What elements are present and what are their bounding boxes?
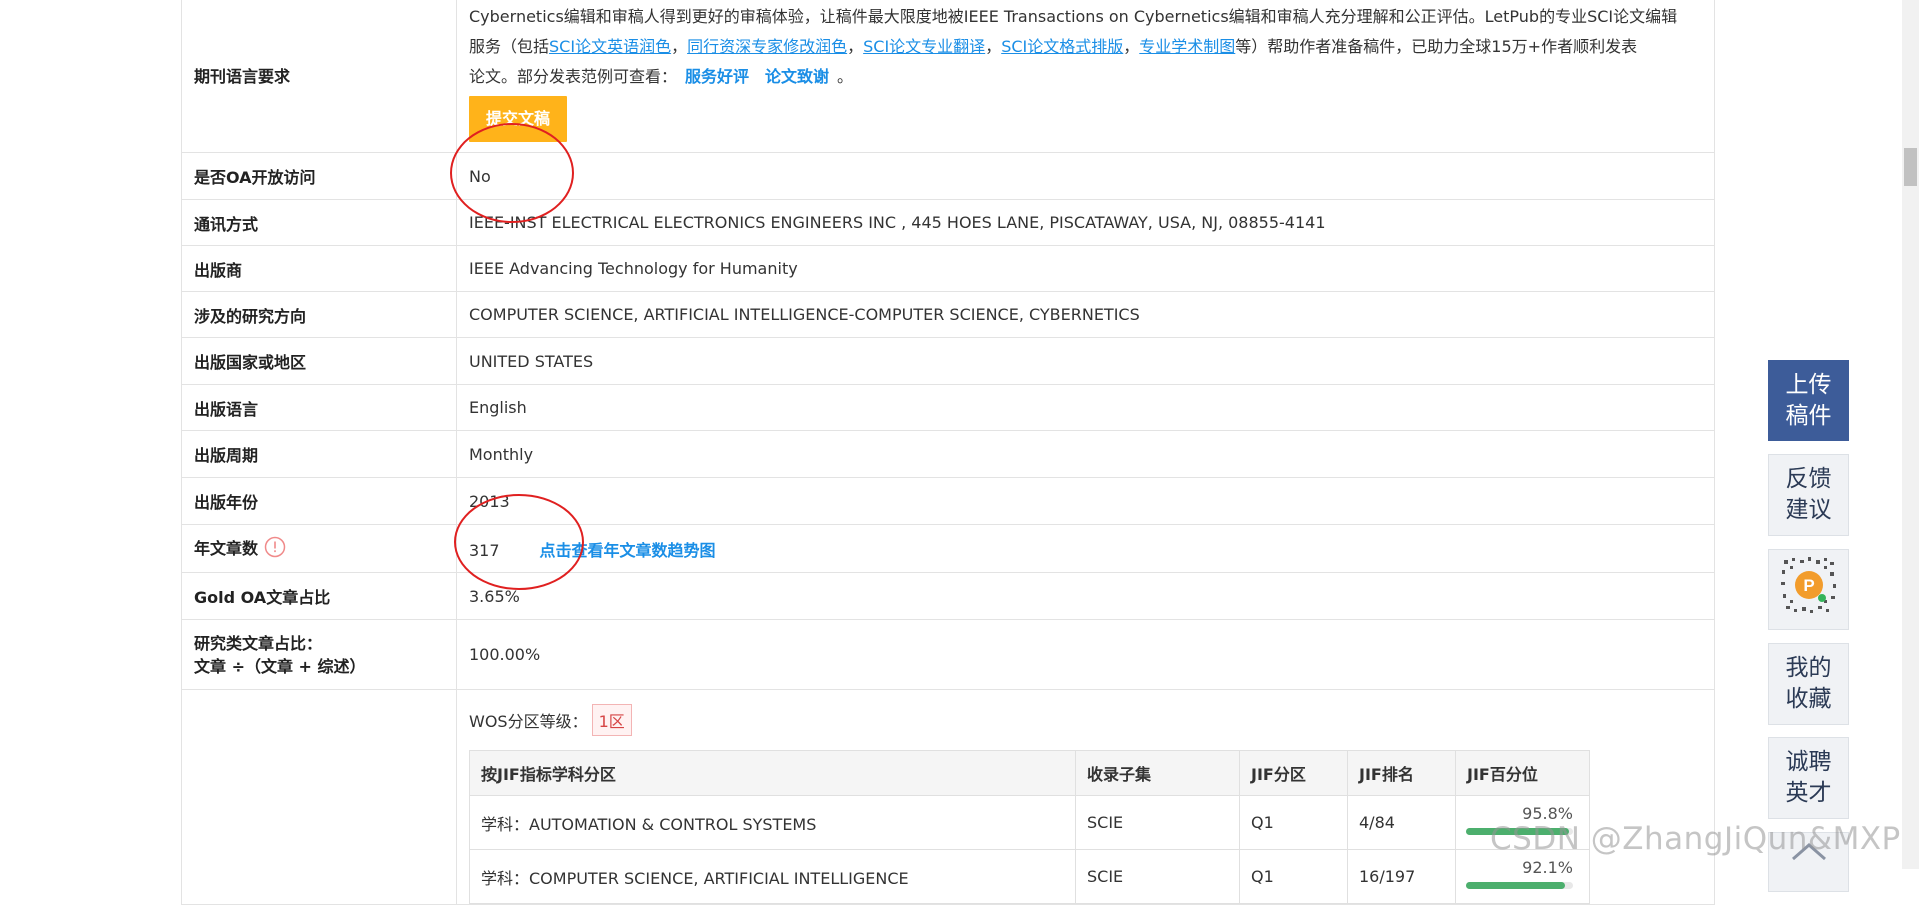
row-language-requirement: 期刊语言要求 Cybernetics编辑和审稿人得到更好的审稿体验，让稿件最大限… — [182, 0, 1714, 153]
wos-label: WOS分区等级： — [469, 712, 588, 731]
journal-info-table: 期刊语言要求 Cybernetics编辑和审稿人得到更好的审稿体验，让稿件最大限… — [182, 0, 1714, 905]
upload-manuscript-button[interactable]: 上传 稿件 — [1768, 360, 1849, 441]
row-research-ratio: 研究类文章占比： 文章 ÷（文章 + 综述） 100.00% — [182, 619, 1714, 690]
table-row: 学科：AUTOMATION & CONTROL SYSTEMS SCIE Q1 … — [469, 795, 1590, 850]
value-research-areas: COMPUTER SCIENCE, ARTIFICIAL INTELLIGENC… — [456, 291, 1714, 338]
link-translation[interactable]: SCI论文专业翻译 — [863, 37, 985, 56]
row-oa: 是否OA开放访问 No — [182, 152, 1714, 200]
row-annual-articles: 年文章数 317 点击查看年文章数趋势图 — [182, 524, 1714, 573]
wos-zone-badge: 1区 — [591, 704, 632, 736]
jif-table: 按JIF指标学科分区 收录子集 JIF分区 JIF排名 JIF百分位 学科：AU… — [469, 750, 1590, 904]
row-contact: 通讯方式 IEEE-INST ELECTRICAL ELECTRONICS EN… — [182, 199, 1714, 246]
table-row: 学科：COMPUTER SCIENCE, ARTIFICIAL INTELLIG… — [469, 849, 1590, 904]
my-favorites-button[interactable]: 我的 收藏 — [1768, 643, 1849, 725]
value-contact: IEEE-INST ELECTRICAL ELECTRONICS ENGINEE… — [456, 199, 1714, 246]
link-service-reviews[interactable]: 服务好评 — [685, 67, 749, 86]
link-academic-drawing[interactable]: 专业学术制图 — [1139, 37, 1235, 56]
qr-code-button[interactable]: P — [1768, 549, 1849, 630]
journal-info-panel: 期刊语言要求 Cybernetics编辑和审稿人得到更好的审稿体验，让稿件最大限… — [181, 0, 1715, 905]
vertical-scrollbar[interactable] — [1902, 0, 1919, 869]
value-country: UNITED STATES — [456, 337, 1714, 385]
value-oa: No — [456, 152, 1714, 200]
row-language: 出版语言 English — [182, 384, 1714, 431]
value-annual-articles: 317 — [469, 540, 500, 560]
value-frequency: Monthly — [456, 430, 1714, 478]
row-gold-oa: Gold OA文章占比 3.65% — [182, 572, 1714, 620]
submit-manuscript-button[interactable]: 提交文稿 — [469, 96, 568, 142]
link-paper-thanks[interactable]: 论文致谢 — [765, 67, 829, 86]
percentile-bar-fill — [1466, 882, 1565, 889]
feedback-button[interactable]: 反馈 建议 — [1768, 454, 1849, 536]
careers-button[interactable]: 诚聘 英才 — [1768, 737, 1849, 819]
row-publisher: 出版商 IEEE Advancing Technology for Humani… — [182, 245, 1714, 292]
value-research-ratio: 100.00% — [456, 619, 1714, 690]
percentile-bar — [1466, 882, 1573, 889]
scrollbar-thumb[interactable] — [1904, 148, 1917, 186]
qr-code-icon: P — [1778, 554, 1840, 625]
watermark-text: CSDN @ZhangJiQun&MXP — [1490, 821, 1901, 857]
row-year: 出版年份 2013 — [182, 477, 1714, 525]
row-research-areas: 涉及的研究方向 COMPUTER SCIENCE, ARTIFICIAL INT… — [182, 291, 1714, 338]
label-language-requirement: 期刊语言要求 — [182, 0, 457, 153]
row-country: 出版国家或地区 UNITED STATES — [182, 337, 1714, 385]
row-wos: WOS分区等级： 1区 按JIF指标学科分区 收录子集 JIF分区 JIF排名 J… — [182, 689, 1714, 905]
warning-circle-icon[interactable] — [264, 536, 286, 562]
value-publisher: IEEE Advancing Technology for Humanity — [456, 245, 1714, 292]
row-frequency: 出版周期 Monthly — [182, 430, 1714, 478]
value-year: 2013 — [456, 477, 1714, 525]
link-english-polish[interactable]: SCI论文英语润色 — [549, 37, 671, 56]
article-trend-link[interactable]: 点击查看年文章数趋势图 — [540, 541, 716, 560]
language-requirement-text: Cybernetics编辑和审稿人得到更好的审稿体验，让稿件最大限度地被IEEE… — [469, 0, 1702, 152]
jif-header-row: 按JIF指标学科分区 收录子集 JIF分区 JIF排名 JIF百分位 — [469, 750, 1590, 796]
value-gold-oa: 3.65% — [456, 572, 1714, 620]
value-language: English — [456, 384, 1714, 431]
link-expert-polish[interactable]: 同行资深专家修改润色 — [687, 37, 847, 56]
svg-text:P: P — [1803, 576, 1814, 595]
link-formatting[interactable]: SCI论文格式排版 — [1001, 37, 1123, 56]
